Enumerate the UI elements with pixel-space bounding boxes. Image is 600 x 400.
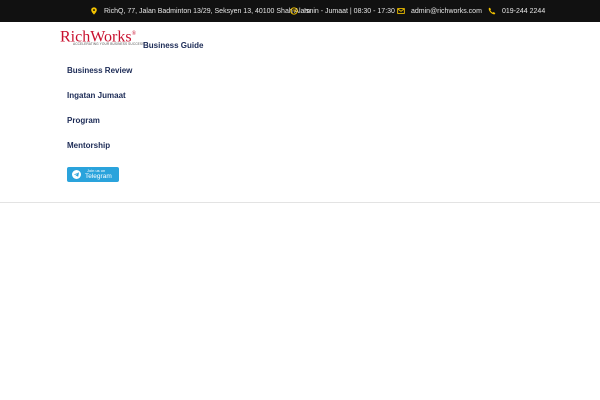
telegram-icon (72, 170, 81, 179)
hours-text: Isnin - Jumaat | 08:30 - 17:30 (304, 7, 395, 15)
email-link[interactable]: admin@richworks.com (411, 8, 482, 15)
phone-item[interactable]: 019-244 2244 (488, 0, 545, 22)
email-item[interactable]: admin@richworks.com (397, 0, 482, 22)
telegram-button[interactable]: Join us on Telegram (67, 167, 119, 182)
nav-ingatan-jumaat[interactable]: Ingatan Jumaat (67, 91, 126, 100)
hours-item: Isnin - Jumaat | 08:30 - 17:30 (290, 0, 395, 22)
address-item: RichQ, 77, Jalan Badminton 13/29, Seksye… (90, 0, 310, 22)
nav-program[interactable]: Program (67, 116, 100, 125)
phone-icon (488, 7, 496, 15)
header-divider (0, 202, 600, 203)
map-pin-icon (90, 7, 98, 15)
top-info-bar: RichQ, 77, Jalan Badminton 13/29, Seksye… (0, 0, 600, 22)
nav-business-review[interactable]: Business Review (67, 66, 132, 75)
logo-tagline: ACCELERATING YOUR BUSINESS SUCCESS (73, 42, 145, 46)
phone-link[interactable]: 019-244 2244 (502, 8, 545, 15)
nav-mentorship[interactable]: Mentorship (67, 141, 110, 150)
mail-icon (397, 7, 405, 15)
address-text: RichQ, 77, Jalan Badminton 13/29, Seksye… (104, 7, 311, 15)
telegram-label: Telegram (85, 173, 112, 180)
richworks-logo[interactable]: RichWorks® ACCELERATING YOUR BUSINESS SU… (60, 26, 144, 48)
nav-business-guide[interactable]: Business Guide (143, 41, 203, 50)
clock-icon (290, 7, 298, 15)
